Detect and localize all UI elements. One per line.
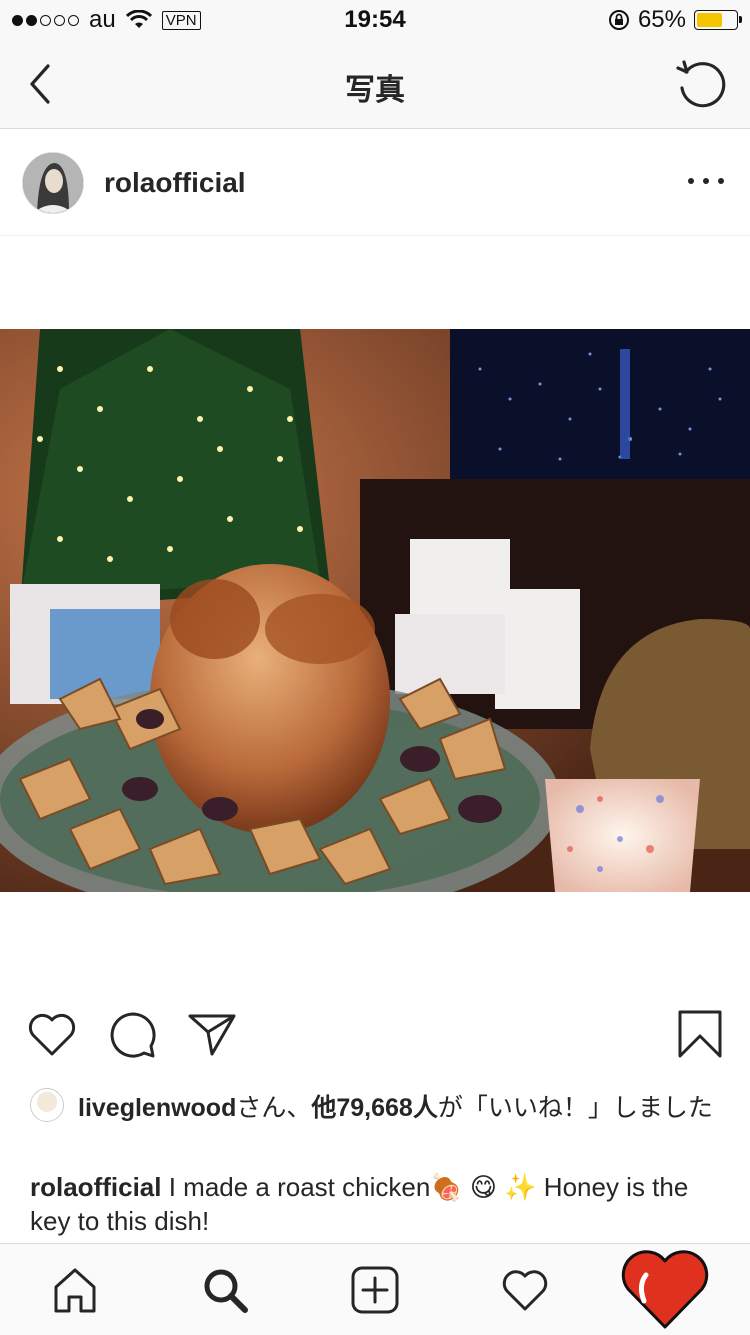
send-icon [188, 1014, 236, 1056]
refresh-icon [676, 60, 726, 108]
liker-username[interactable]: liveglenwood [78, 1094, 236, 1122]
status-right: 65% [608, 6, 742, 34]
post-photo[interactable] [0, 329, 750, 892]
home-icon [54, 1268, 96, 1312]
chevron-left-icon [30, 64, 50, 104]
tab-activity[interactable] [475, 1244, 575, 1335]
battery-level-fill [697, 13, 722, 27]
comment-button[interactable] [106, 1008, 158, 1060]
add-post-icon [351, 1266, 399, 1313]
comment-icon [110, 1012, 156, 1058]
battery-percent: 65% [637, 6, 686, 33]
share-button[interactable] [186, 1008, 238, 1060]
more-options-button[interactable] [688, 169, 724, 193]
more-horizontal-icon [688, 178, 694, 184]
battery-icon [694, 10, 742, 30]
likes-summary[interactable]: liveglenwoodさん、他79,668人が「いいね！」しました [30, 1088, 730, 1123]
save-button[interactable] [674, 1008, 726, 1060]
tab-profile[interactable] [615, 1244, 715, 1335]
tab-add-post[interactable] [325, 1244, 425, 1335]
avatar[interactable] [22, 152, 84, 214]
post-username[interactable]: rolaofficial [104, 167, 246, 199]
profile-heart-icon [621, 1249, 709, 1328]
bookmark-icon [678, 1010, 722, 1058]
activity-heart-icon [502, 1269, 548, 1310]
post-caption: rolaofficial I made a roast chicken🍖 😋 ✨… [30, 1170, 720, 1238]
back-button[interactable] [22, 62, 62, 106]
tab-search[interactable] [175, 1244, 275, 1335]
liker-avatar [30, 1088, 64, 1122]
heart-icon [28, 1013, 76, 1056]
post-actions [0, 1008, 750, 1064]
rotation-lock-icon [608, 10, 629, 30]
caption-username[interactable]: rolaofficial [30, 1172, 161, 1202]
like-button[interactable] [26, 1008, 78, 1060]
refresh-button[interactable] [674, 58, 728, 112]
nav-bar: 写真 [0, 40, 750, 129]
status-bar: au VPN 19:54 65% [0, 0, 750, 40]
likes-suffix: が「いいね！」しました [437, 1094, 713, 1122]
likes-san: さん、 [236, 1094, 312, 1122]
search-icon [204, 1269, 248, 1313]
tab-home[interactable] [25, 1244, 125, 1335]
post-header: rolaofficial [0, 129, 750, 236]
likes-count[interactable]: 他79,668人 [311, 1094, 437, 1122]
tab-bar [0, 1243, 750, 1335]
page-title: 写真 [345, 74, 405, 107]
